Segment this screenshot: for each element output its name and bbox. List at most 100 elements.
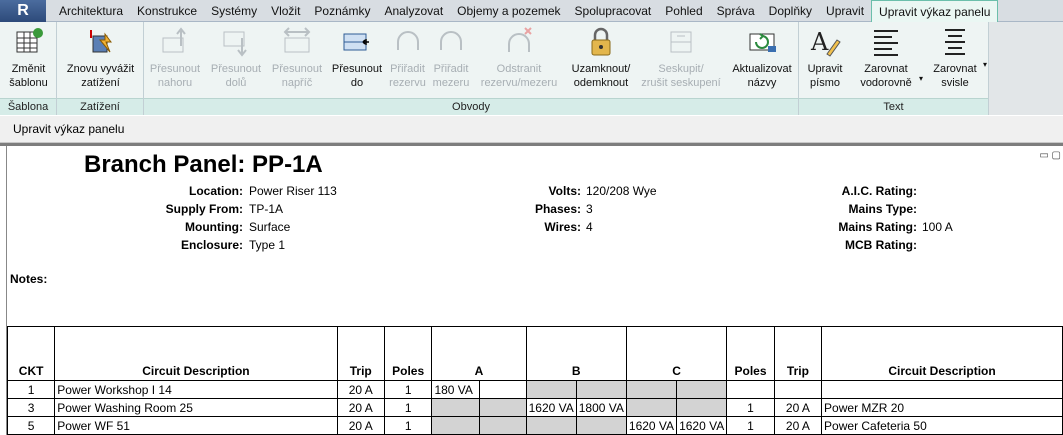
group-ungroup-button[interactable]: Seskupit/ zrušit seskupení: [637, 26, 725, 90]
ckt-cell[interactable]: 5: [6, 416, 56, 435]
panel-schedule-view[interactable]: ▭ ▢ Branch Panel: PP-1A Location: Power …: [6, 146, 1063, 435]
align-vertical-icon: [945, 29, 965, 55]
panel-zatizeni: Znovu vyvážit zatížení Zatížení: [57, 22, 144, 115]
mounting-value[interactable]: Surface: [249, 218, 290, 236]
assign-space-button[interactable]: Přiřadit mezeru: [429, 26, 473, 90]
description-cell[interactable]: [821, 380, 1063, 399]
tab-doplnky[interactable]: Doplňky: [762, 0, 819, 22]
phase-c-load-cell[interactable]: [676, 380, 728, 399]
lock-unlock-button[interactable]: Uzamknout/ odemknout: [565, 26, 637, 90]
trip-cell[interactable]: 20 A: [336, 416, 385, 435]
tab-sprava[interactable]: Správa: [710, 0, 762, 22]
remove-spare-space-button[interactable]: Odstranit rezervu/mezeru: [473, 26, 565, 90]
description-cell[interactable]: Power MZR 20: [821, 398, 1063, 417]
ribbon-empty-area: [989, 22, 1063, 115]
enclosure-value[interactable]: Type 1: [249, 236, 285, 254]
phase-c-load-cell[interactable]: 1620 VA: [625, 416, 678, 435]
align-horizontal-button[interactable]: Zarovnat vodorovně ▾: [851, 26, 923, 90]
rebalance-loads-button[interactable]: Znovu vyvážit zatížení: [57, 26, 144, 90]
assign-spare-button[interactable]: Přiřadit rezervu: [386, 26, 429, 90]
description-cell[interactable]: Power WF 51: [54, 416, 338, 435]
wires-label: Wires:: [544, 220, 581, 234]
phase-a-load-cell[interactable]: [431, 416, 481, 435]
phases-value[interactable]: 3: [586, 200, 593, 218]
window-controls[interactable]: ▭ ▢: [1039, 150, 1061, 161]
phase-b-load-cell[interactable]: 1620 VA: [525, 398, 577, 417]
trip-cell[interactable]: 20 A: [336, 398, 385, 417]
move-down-button[interactable]: Přesunout dolů: [206, 26, 266, 90]
tab-poznamky[interactable]: Poznámky: [307, 0, 377, 22]
mounting-label: Mounting:: [185, 220, 243, 234]
chevron-down-icon[interactable]: ▾: [983, 58, 987, 72]
table-row[interactable]: 1 Power Workshop I 14 20 A 1 180 VA: [6, 380, 1063, 399]
mains-rating-value[interactable]: 100 A: [922, 218, 953, 236]
ckt-cell[interactable]: 1: [6, 380, 56, 399]
tab-systemy[interactable]: Systémy: [204, 0, 264, 22]
phase-a-load-cell[interactable]: [479, 416, 527, 435]
move-across-button[interactable]: Přesunout napříč: [266, 26, 328, 90]
tab-konstrukce[interactable]: Konstrukce: [130, 0, 204, 22]
trip-cell[interactable]: 20 A: [773, 398, 823, 417]
tab-upravit[interactable]: Upravit: [819, 0, 871, 22]
phase-a-load-cell[interactable]: [431, 398, 481, 417]
poles-cell[interactable]: 1: [383, 380, 433, 399]
remove-spare-icon: [508, 27, 532, 52]
location-value[interactable]: Power Riser 113: [249, 182, 337, 200]
move-to-icon: [343, 33, 369, 51]
trip-cell[interactable]: 20 A: [336, 380, 385, 399]
change-template-button[interactable]: Změnit šablonu: [0, 26, 57, 90]
panel-info-block: Location: Power Riser 113 Supply From: T…: [7, 182, 1063, 254]
phase-c-load-cell[interactable]: 1620 VA: [676, 416, 728, 435]
phase-b-load-cell[interactable]: 1800 VA: [575, 398, 627, 417]
poles-cell[interactable]: 1: [726, 416, 775, 435]
update-names-button[interactable]: Aktualizovat názvy: [725, 26, 799, 90]
align-vertical-button[interactable]: Zarovnat svisle ▾: [923, 26, 987, 90]
tab-objemy-a-pozemek[interactable]: Objemy a pozemek: [450, 0, 567, 22]
trip-cell[interactable]: 20 A: [773, 416, 823, 435]
ckt-cell[interactable]: 3: [6, 398, 56, 417]
description-cell[interactable]: Power Workshop I 14: [54, 380, 338, 399]
panel-obvody: Přesunout nahoru Přesunout dolů Přesunou…: [144, 22, 799, 115]
panel-label-zatizeni: Zatížení: [57, 98, 143, 115]
phase-c-load-cell[interactable]: [625, 380, 678, 399]
move-up-button[interactable]: Přesunout nahoru: [144, 26, 206, 90]
notes-label: Notes:: [10, 272, 48, 286]
tab-architektura[interactable]: Architektura: [52, 0, 130, 22]
tab-upravit-vykaz-panelu[interactable]: Upravit výkaz panelu: [871, 0, 999, 23]
phase-c-load-cell[interactable]: [625, 398, 678, 417]
poles-cell[interactable]: 1: [726, 398, 775, 417]
table-row[interactable]: 3 Power Washing Room 25 20 A 1 1620 VA 1…: [6, 398, 1063, 417]
tab-analyzovat[interactable]: Analyzovat: [377, 0, 450, 22]
phase-b-load-cell[interactable]: [575, 416, 627, 435]
description-cell[interactable]: Power Cafeteria 50: [821, 416, 1063, 435]
phase-a-load-cell[interactable]: [479, 380, 527, 399]
volts-value[interactable]: 120/208 Wye: [586, 182, 657, 200]
phase-b-load-cell[interactable]: [575, 380, 627, 399]
tab-spolupracovat[interactable]: Spolupracovat: [568, 0, 659, 22]
phase-c-load-cell[interactable]: [676, 398, 728, 417]
poles-cell[interactable]: [726, 380, 775, 399]
move-to-button[interactable]: Přesunout do: [328, 26, 386, 90]
application-menu-button[interactable]: R: [0, 0, 46, 22]
tab-vlozit[interactable]: Vložit: [264, 0, 307, 22]
phase-b-load-cell[interactable]: [525, 416, 577, 435]
phase-a-load-cell[interactable]: [479, 398, 527, 417]
poles-cell[interactable]: 1: [383, 416, 433, 435]
schedule-title[interactable]: Branch Panel: PP-1A: [84, 151, 323, 179]
phase-b-load-cell[interactable]: [525, 380, 577, 399]
assign-spare-icon: [396, 31, 419, 50]
mains-rating-label: Mains Rating:: [838, 220, 917, 234]
ribbon-tab-bar: R Architektura Konstrukce Systémy Vložit…: [0, 0, 1063, 23]
tab-pohled[interactable]: Pohled: [658, 0, 709, 22]
trip-cell[interactable]: [773, 380, 823, 399]
supply-value[interactable]: TP-1A: [249, 200, 283, 218]
template-grid-icon: [16, 28, 43, 53]
phase-a-load-cell[interactable]: 180 VA: [431, 380, 481, 399]
column-header: Circuit Description: [54, 326, 338, 381]
description-cell[interactable]: Power Washing Room 25: [54, 398, 338, 417]
panel-label-sablona: Šablona: [0, 98, 56, 115]
table-row[interactable]: 5 Power WF 51 20 A 1 1620 VA 1620 VA 1 2…: [6, 416, 1063, 435]
poles-cell[interactable]: 1: [383, 398, 433, 417]
edit-font-button[interactable]: A Upravit písmo: [799, 26, 851, 90]
wires-value[interactable]: 4: [586, 218, 593, 236]
